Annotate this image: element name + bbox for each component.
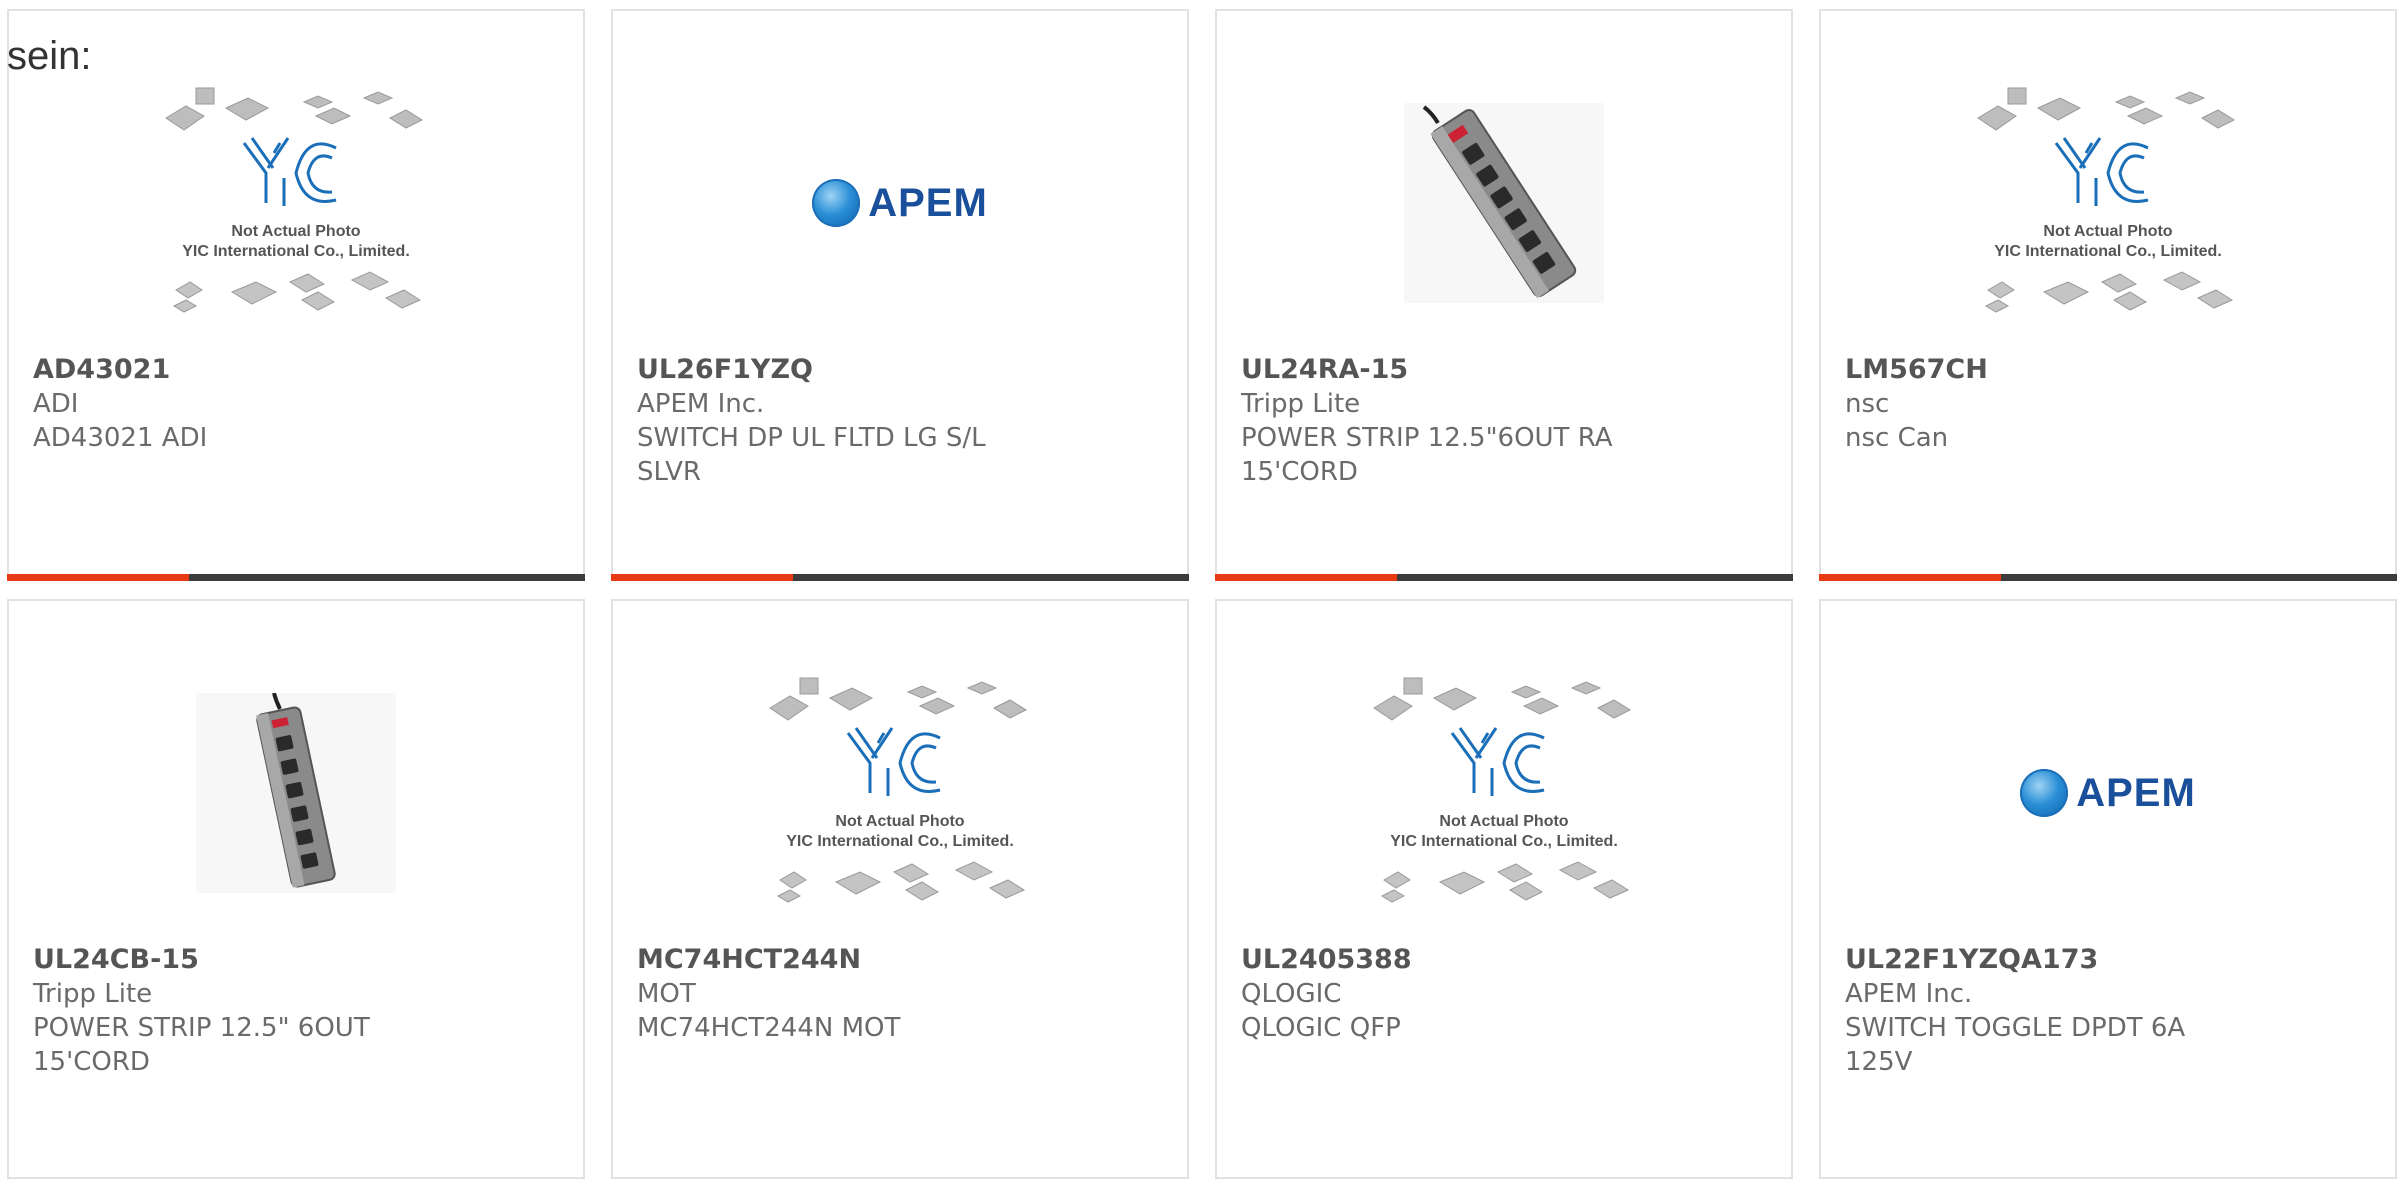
part-number[interactable]: UL24CB-15 [33,943,543,977]
product-info: UL24CB-15 Tripp Lite POWER STRIP 12.5" 6… [33,943,543,1079]
placeholder-line2: YIC International Co., Limited. [1994,243,2222,260]
power-strip-image [1404,103,1604,303]
yic-placeholder-image: Not Actual Photo YIC International Co., … [1977,87,2236,313]
yic-placeholder-image: Not Actual Photo YIC International Co., … [1373,677,1632,903]
card-bottom-bar [1819,574,2397,581]
product-card[interactable]: UL24CB-15 Tripp Lite POWER STRIP 12.5" 6… [7,599,585,1179]
manufacturer: nsc [1845,389,1890,419]
product-info: AD43021 ADI AD43021 ADI [33,353,543,455]
part-number[interactable]: UL2405388 [1241,943,1751,977]
part-number[interactable]: LM567CH [1845,353,2355,387]
manufacturer: QLOGIC [1241,979,1342,1009]
manufacturer: Tripp Lite [33,979,153,1009]
apem-logo-mark [812,179,861,227]
description: AD43021 ADI [33,423,208,453]
product-image[interactable] [1217,63,1791,343]
placeholder-line2: YIC International Co., Limited. [786,833,1014,850]
product-image[interactable]: Not Actual Photo YIC International Co., … [1217,653,1791,933]
card-accent [611,574,793,581]
product-image[interactable]: APEM [613,63,1187,343]
yic-placeholder-image: Not Actual Photo YIC International Co., … [769,677,1028,903]
card-bottom-bar [611,574,1189,581]
part-number[interactable]: MC74HCT244N [637,943,1147,977]
product-image[interactable]: APEM [1821,653,2395,933]
description: SWITCH TOGGLE DPDT 6A 125V [1845,1013,2186,1077]
product-card[interactable]: UL24RA-15 Tripp Lite POWER STRIP 12.5"6O… [1215,9,1793,581]
product-info: MC74HCT244N MOT MC74HCT244N MOT [637,943,1147,1045]
placeholder-line1: Not Actual Photo [2043,223,2172,240]
apem-logo-text: APEM [2076,770,2196,815]
manufacturer: MOT [637,979,696,1009]
product-info: UL26F1YZQ APEM Inc. SWITCH DP UL FLTD LG… [637,353,1147,489]
card-accent [1819,574,2001,581]
power-strip-image [196,693,396,893]
description: QLOGIC QFP [1241,1013,1401,1043]
apem-logo: APEM [2020,769,2196,817]
placeholder-line2: YIC International Co., Limited. [182,243,410,260]
yic-placeholder-image: Not Actual Photo YIC International Co., … [165,87,424,313]
description: SWITCH DP UL FLTD LG S/L SLVR [637,423,986,487]
apem-logo-mark [2020,769,2069,817]
part-number[interactable]: UL22F1YZQA173 [1845,943,2355,977]
product-image[interactable]: Not Actual Photo YIC International Co., … [613,653,1187,933]
manufacturer: APEM Inc. [637,389,765,419]
product-info: UL22F1YZQA173 APEM Inc. SWITCH TOGGLE DP… [1845,943,2355,1079]
placeholder-line2: YIC International Co., Limited. [1390,833,1618,850]
description: MC74HCT244N MOT [637,1013,901,1043]
apem-logo: APEM [812,179,988,227]
product-image[interactable]: Not Actual Photo YIC International Co., … [9,63,583,343]
manufacturer: APEM Inc. [1845,979,1973,1009]
part-number[interactable]: UL26F1YZQ [637,353,1147,387]
product-image[interactable]: Not Actual Photo YIC International Co., … [1821,63,2395,343]
placeholder-line1: Not Actual Photo [835,813,964,830]
card-bottom-bar [1215,574,1793,581]
product-card[interactable]: APEM UL26F1YZQ APEM Inc. SWITCH DP UL FL… [611,9,1189,581]
part-number[interactable]: UL24RA-15 [1241,353,1751,387]
product-card[interactable]: APEM UL22F1YZQA173 APEM Inc. SWITCH TOGG… [1819,599,2397,1179]
product-info: LM567CH nsc nsc Can [1845,353,2355,455]
product-image[interactable] [9,653,583,933]
heading-fragment: sein: [7,34,92,78]
description: POWER STRIP 12.5"6OUT RA 15'CORD [1241,423,1613,487]
product-card[interactable]: Not Actual Photo YIC International Co., … [1215,599,1793,1179]
part-number[interactable]: AD43021 [33,353,543,387]
apem-logo-text: APEM [868,180,988,225]
manufacturer: Tripp Lite [1241,389,1361,419]
description: nsc Can [1845,423,1949,453]
card-accent [7,574,189,581]
product-card[interactable]: Not Actual Photo YIC International Co., … [611,599,1189,1179]
card-bottom-bar [7,574,585,581]
product-card[interactable]: Not Actual Photo YIC International Co., … [1819,9,2397,581]
manufacturer: ADI [33,389,79,419]
description: POWER STRIP 12.5" 6OUT 15'CORD [33,1013,370,1077]
placeholder-line1: Not Actual Photo [1439,813,1568,830]
placeholder-line1: Not Actual Photo [231,223,360,240]
product-info: UL24RA-15 Tripp Lite POWER STRIP 12.5"6O… [1241,353,1751,489]
card-accent [1215,574,1397,581]
product-info: UL2405388 QLOGIC QLOGIC QFP [1241,943,1751,1045]
product-card[interactable]: Not Actual Photo YIC International Co., … [7,9,585,581]
